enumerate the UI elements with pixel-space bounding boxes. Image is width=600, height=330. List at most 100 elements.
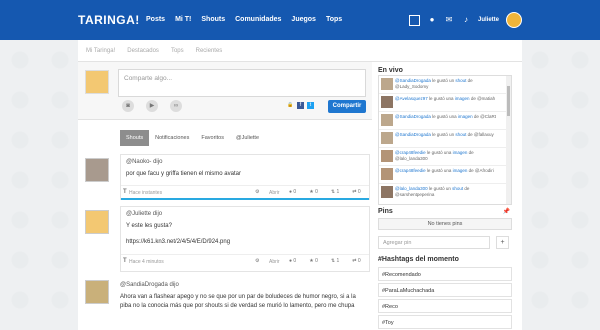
nav-tops[interactable]: Tops <box>326 16 342 23</box>
open-link[interactable]: Abrir <box>269 259 280 265</box>
mail-icon[interactable]: ✉ <box>444 15 454 25</box>
shout-card: @Naoko- dijo por que facu y griffa tiene… <box>120 154 370 200</box>
live-thumb <box>381 78 393 90</box>
live-item[interactable]: @SandiaDrogada le gustó un shout de @fal… <box>379 130 511 148</box>
shout-link[interactable]: https://k61.kn3.net/2/4/5/4/E/D/924.png <box>121 234 369 250</box>
comments-count[interactable]: ● 0 <box>289 189 296 195</box>
nav-juegos[interactable]: Juegos <box>291 16 316 23</box>
feed-column: Comparte algo... ◙ ▶ ∞ 🔒 f t Compartir S… <box>78 62 372 330</box>
tab-shouts[interactable]: Shouts <box>120 130 150 146</box>
live-text-to: de @Afrodiri <box>467 168 494 173</box>
live-thumb <box>381 96 393 108</box>
favs-count[interactable]: ★ 0 <box>309 189 318 195</box>
live-user[interactable]: @lalo_landa300 <box>395 186 428 191</box>
subnav-recientes[interactable]: Recientes <box>196 48 223 54</box>
add-pin-button[interactable]: + <box>496 236 509 249</box>
live-text-mid: le gustó un <box>430 78 456 83</box>
reshares-count[interactable]: ⇅ 1 <box>331 258 339 264</box>
scrollbar-thumb[interactable] <box>507 86 510 116</box>
composer-avatar <box>85 70 109 94</box>
nav-mi-t[interactable]: Mi T! <box>175 16 191 23</box>
nav-posts[interactable]: Posts <box>146 16 165 23</box>
main-panel: Comparte algo... ◙ ▶ ∞ 🔒 f t Compartir S… <box>78 62 522 330</box>
comments-count[interactable]: ● 0 <box>289 258 296 264</box>
live-text-mid: le gustó una <box>425 168 453 173</box>
tab-favoritos[interactable]: Favoritos <box>195 130 230 146</box>
shout-footer: T Hace 4 minutos ⚙ Abrir ● 0 ★ 0 ⇅ 1 ⇄ 0 <box>121 254 369 267</box>
share-button[interactable]: Compartir <box>328 100 366 113</box>
live-user[interactable]: @SandiaDrogada <box>395 132 431 137</box>
live-scrollbar[interactable] <box>506 76 511 204</box>
shout-input-placeholder: Comparte algo... <box>124 75 173 82</box>
live-item[interactable]: @crap48feedie le gustó una imagen de @Af… <box>379 166 511 184</box>
live-user[interactable]: @Avelasquez97 <box>395 96 428 101</box>
live-text-mid: le gustó un <box>427 186 453 191</box>
hashtag-list: #Recomendado #ParaLaMuchachada #Reco #To… <box>378 267 512 330</box>
nav-comunidades[interactable]: Comunidades <box>235 16 281 23</box>
live-user[interactable]: @SandiaDrogada <box>395 78 431 83</box>
likes-count-value: 0 <box>357 189 361 195</box>
live-user[interactable]: @crap48feedie <box>395 150 426 155</box>
hashtag-item[interactable]: #Recomendado <box>378 267 512 281</box>
sidebar: En vivo @SandiaDrogada le gustó un shout… <box>378 62 518 330</box>
twitter-icon[interactable]: t <box>307 102 314 109</box>
shout-author[interactable]: @Naoko- dijo <box>121 155 369 167</box>
live-user[interactable]: @crap48feedie <box>395 168 426 173</box>
add-pin-input[interactable]: Agregar pin <box>378 236 490 249</box>
likes-count[interactable]: ⇄ 0 <box>352 258 360 264</box>
sub-nav: Mi Taringa! Destacados Tops Recientes <box>78 40 522 62</box>
taringa-logo[interactable]: TARINGA! <box>78 13 140 27</box>
hashtag-item[interactable]: #Toy <box>378 315 512 329</box>
shout-input[interactable]: Comparte algo... <box>118 69 366 97</box>
gear-icon[interactable]: ⚙ <box>255 189 259 195</box>
hashtag-item[interactable]: #ParaLaMuchachada <box>378 283 512 297</box>
messages-icon[interactable]: ● <box>427 15 437 25</box>
hashtag-item[interactable]: #Reco <box>378 299 512 313</box>
live-thumb <box>381 132 393 144</box>
gear-icon[interactable]: ⚙ <box>255 258 259 264</box>
text-type-icon: T <box>123 258 127 264</box>
lock-icon[interactable]: 🔒 <box>287 102 294 109</box>
live-what[interactable]: imagen <box>453 150 468 155</box>
live-item[interactable]: @SandiaDrogada le gustó un shout de @Lad… <box>379 76 511 94</box>
avatar[interactable] <box>85 158 109 182</box>
facebook-icon[interactable]: f <box>297 102 304 109</box>
subnav-tops[interactable]: Tops <box>171 48 184 54</box>
live-item[interactable]: @SandiaDrogada le gustó una imagen de @C… <box>379 112 511 130</box>
open-link[interactable]: Abrir <box>269 190 280 196</box>
live-thumb <box>381 114 393 126</box>
favs-count[interactable]: ★ 0 <box>309 258 318 264</box>
likes-count[interactable]: ⇄ 0 <box>352 189 360 195</box>
live-what[interactable]: shout <box>455 132 466 137</box>
avatar[interactable] <box>85 210 109 234</box>
live-what[interactable]: imagen <box>453 168 468 173</box>
live-item[interactable]: @crap48feedie le gustó una imagen de @la… <box>379 148 511 166</box>
tab-juliette[interactable]: @Juliette <box>230 130 265 146</box>
link-icon[interactable]: ∞ <box>170 100 182 112</box>
shout-author[interactable]: @SandiaDrogada dijo <box>120 278 370 290</box>
live-what[interactable]: shout <box>455 78 466 83</box>
live-thumb <box>381 186 393 198</box>
feed-tabs: Shouts Notificaciones Favoritos @Juliett… <box>120 130 265 146</box>
live-item[interactable]: @Avelasquez97 le gustó una imagen de @ma… <box>379 94 511 112</box>
notifications-icon[interactable]: ♪ <box>461 15 471 25</box>
shout-author[interactable]: @Juliette dijo <box>121 207 369 219</box>
live-what[interactable]: shout <box>452 186 463 191</box>
live-what[interactable]: imagen <box>455 96 470 101</box>
subnav-mi-taringa[interactable]: Mi Taringa! <box>86 48 115 54</box>
reshares-count[interactable]: ⇅ 1 <box>331 189 339 195</box>
comments-count-value: 0 <box>293 258 297 264</box>
video-icon[interactable]: ▶ <box>146 100 158 112</box>
live-user[interactable]: @SandiaDrogada <box>395 114 431 119</box>
user-avatar[interactable] <box>506 12 522 28</box>
avatar[interactable] <box>85 280 109 304</box>
nav-shouts[interactable]: Shouts <box>201 16 225 23</box>
tab-notificaciones[interactable]: Notificaciones <box>149 130 195 146</box>
live-text-to: de @fallaxuy <box>466 132 494 137</box>
camera-icon[interactable]: ◙ <box>122 100 134 112</box>
new-post-icon[interactable] <box>408 14 420 26</box>
live-what[interactable]: imagen <box>458 114 473 119</box>
username[interactable]: Juliette <box>478 17 499 23</box>
subnav-destacados[interactable]: Destacados <box>127 48 159 54</box>
live-item[interactable]: @lalo_landa300 le gustó un shout de @sar… <box>379 184 511 202</box>
